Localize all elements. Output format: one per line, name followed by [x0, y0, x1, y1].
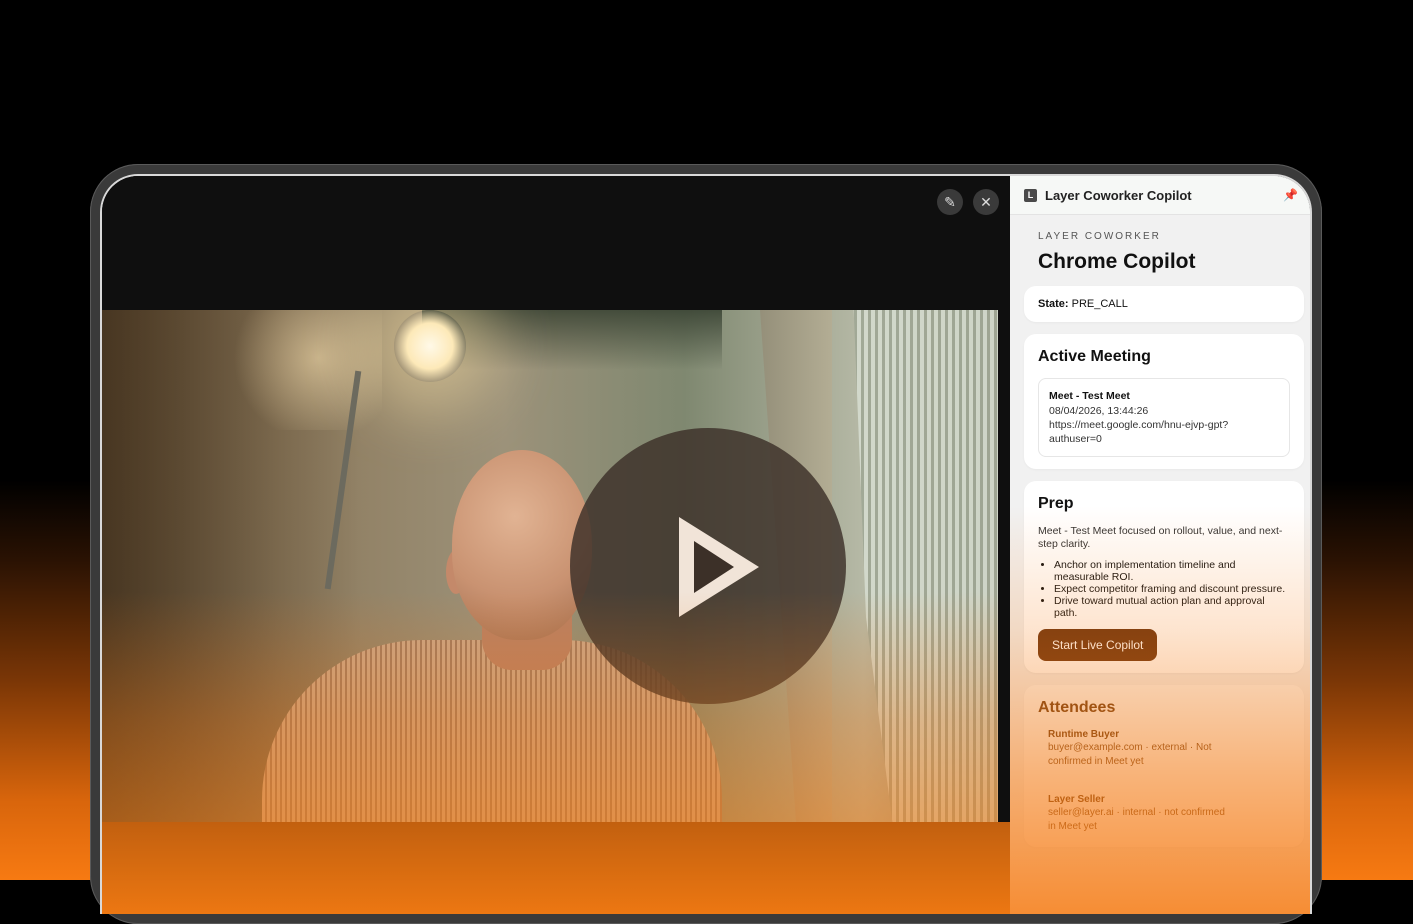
- meeting-title: Meet - Test Meet: [1049, 390, 1130, 402]
- pen-sparkle-icon[interactable]: ✎: [937, 189, 963, 215]
- attendee-info-cont: confirmed in Meet yet: [1048, 756, 1144, 767]
- panel-heading: Chrome Copilot: [1038, 250, 1196, 273]
- panel-header: L Layer Coworker Copilot 📌: [1010, 176, 1310, 215]
- attendee-name: Layer Seller: [1048, 794, 1105, 805]
- meeting-url[interactable]: https://meet.google.com/hnu-ejvp-gpt?: [1049, 418, 1279, 432]
- meeting-datetime: 08/04/2026, 13:44:26: [1049, 405, 1149, 417]
- browser-screen: ✎ ✕ L Layer Coworker Copilot 📌 LAYER COW…: [100, 174, 1312, 914]
- active-meeting-card: Active Meeting Meet - Test Meet 08/04/20…: [1024, 334, 1304, 469]
- prep-bullet: Anchor on implementation timeline and me…: [1054, 559, 1290, 583]
- attendees-heading: Attendees: [1038, 699, 1116, 716]
- prep-bullet: Drive toward mutual action plan and appr…: [1054, 595, 1290, 619]
- prep-summary: Meet - Test Meet focused on rollout, val…: [1038, 525, 1283, 550]
- state-label: State:: [1038, 298, 1069, 310]
- prep-card: Prep Meet - Test Meet focused on rollout…: [1024, 481, 1304, 673]
- video-feed[interactable]: [102, 310, 998, 822]
- attendee-info: buyer@example.com · external · Not: [1048, 742, 1212, 753]
- attendee-info: seller@layer.ai · internal · not confirm…: [1048, 807, 1225, 818]
- video-bottom-bar: [102, 822, 1010, 914]
- start-live-copilot-button[interactable]: Start Live Copilot: [1038, 629, 1158, 661]
- screen-content: ✎ ✕ L Layer Coworker Copilot 📌 LAYER COW…: [102, 176, 1310, 914]
- prep-heading: Prep: [1038, 495, 1074, 512]
- panel-title: Layer Coworker Copilot: [1045, 187, 1192, 203]
- panel-body: LAYER COWORKER Chrome Copilot State: PRE…: [1010, 215, 1310, 847]
- state-value: PRE_CALL: [1071, 298, 1128, 310]
- copilot-side-panel: L Layer Coworker Copilot 📌 LAYER COWORKE…: [1010, 176, 1310, 914]
- meeting-url-cont[interactable]: authuser=0: [1049, 432, 1279, 446]
- pin-off-icon[interactable]: ✕: [973, 189, 999, 215]
- attendee-name: Runtime Buyer: [1048, 729, 1120, 740]
- state-line: State: PRE_CALL: [1038, 298, 1290, 310]
- layer-logo-icon: L: [1024, 188, 1037, 202]
- active-meeting-heading: Active Meeting: [1038, 348, 1151, 365]
- pin-icon[interactable]: 📌: [1283, 188, 1298, 202]
- eyebrow: LAYER COWORKER: [1038, 231, 1161, 242]
- prep-list: Anchor on implementation timeline and me…: [1038, 559, 1290, 619]
- meeting-item[interactable]: Meet - Test Meet 08/04/2026, 13:44:26 ht…: [1038, 378, 1290, 457]
- prep-bullet: Expect competitor framing and discount p…: [1054, 583, 1290, 595]
- attendees-card: Attendees Runtime Buyer buyer@example.co…: [1024, 685, 1304, 847]
- attendee-info-cont: in Meet yet: [1048, 821, 1097, 832]
- state-card: State: PRE_CALL: [1024, 286, 1304, 322]
- video-overlay-fade: [102, 310, 998, 822]
